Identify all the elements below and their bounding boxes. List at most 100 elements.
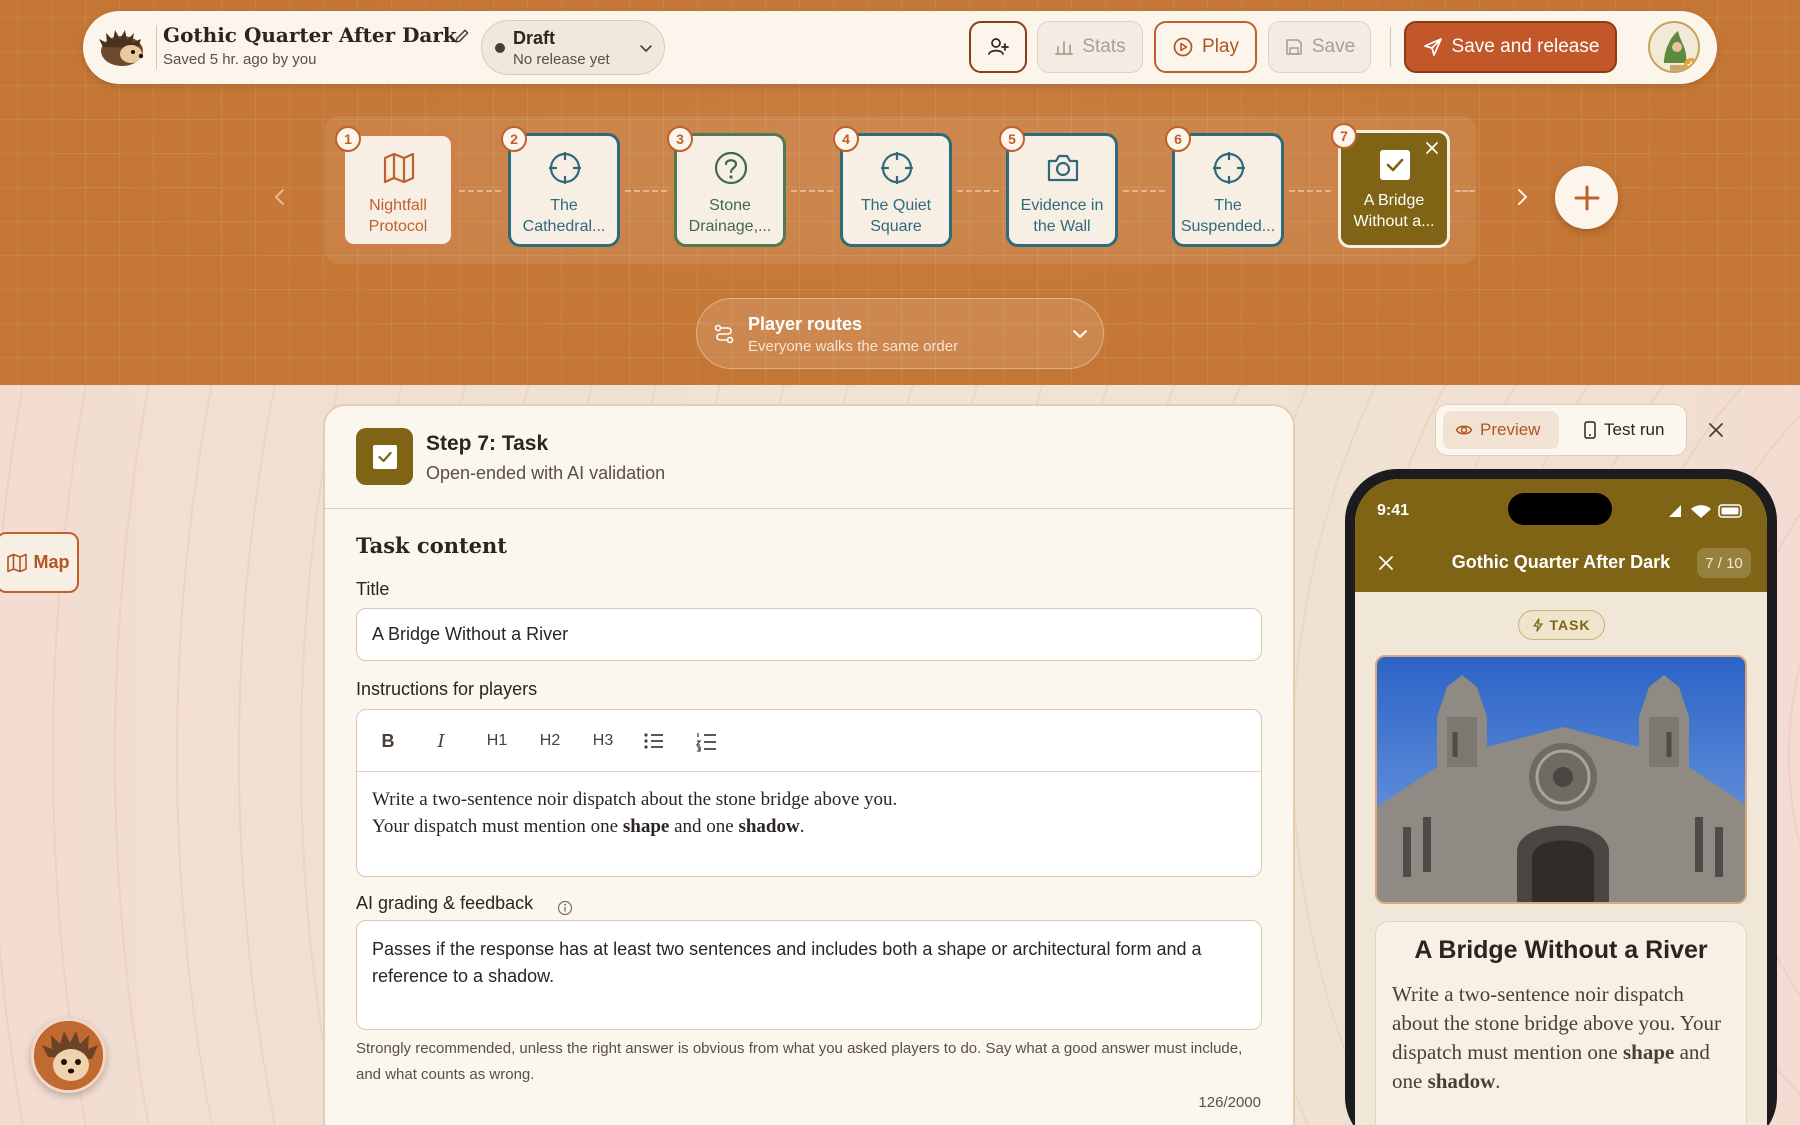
bold-text: shadow — [1427, 1069, 1496, 1093]
status-dot — [495, 43, 505, 53]
route-icon — [714, 324, 734, 344]
numbered-list-icon[interactable] — [693, 728, 721, 754]
project-title[interactable]: Gothic Quarter After Dark — [163, 23, 457, 47]
heading-3-button[interactable]: H3 — [586, 728, 620, 754]
step-label: The Suspended... — [1180, 197, 1276, 235]
step-label: Nightfall Protocol — [368, 197, 428, 235]
task-card: A Bridge Without a River Write a two-sen… — [1375, 921, 1747, 1125]
info-icon[interactable] — [557, 900, 573, 916]
step-card-1[interactable]: 1 Nightfall Protocol — [335, 126, 454, 247]
routes-subtitle: Everyone walks the same order — [748, 338, 959, 355]
instructions-text: Write a two-sentence noir dispatch about… — [372, 786, 897, 840]
step-heading: Step 7: Task — [426, 432, 549, 455]
bar-chart-icon — [1055, 41, 1074, 55]
bold-text: shadow — [738, 816, 800, 837]
phone-preview: 9:41 Gothic Quarter After Dark 7 / 10 TA… — [1345, 469, 1777, 1125]
play-button[interactable]: Play — [1154, 21, 1257, 73]
step-connector — [1455, 190, 1475, 192]
checkbox-icon — [372, 444, 397, 469]
step-card-3[interactable]: 3 Stone Drainage,... — [667, 126, 786, 247]
step-connector — [791, 190, 833, 192]
close-icon[interactable] — [1425, 141, 1439, 155]
task-card-title: A Bridge Without a River — [1414, 936, 1708, 964]
title-input[interactable]: A Bridge Without a River — [356, 608, 1262, 661]
character-counter: 126/2000 — [1198, 1094, 1261, 1111]
assistant-avatar[interactable] — [31, 1018, 106, 1093]
bold-text: shape — [1622, 1040, 1675, 1064]
step-connector — [957, 190, 999, 192]
bold-button[interactable]: B — [374, 728, 402, 754]
crosshair-icon — [881, 152, 913, 184]
step-connector — [625, 190, 667, 192]
user-avatar[interactable] — [1648, 21, 1700, 73]
section-title: Task content — [356, 533, 507, 558]
map-icon — [383, 152, 415, 184]
formatting-toolbar: B I H1 H2 H3 — [357, 710, 1261, 772]
grading-hint: Strongly recommended, unless the right a… — [356, 1040, 1243, 1083]
map-icon — [6, 553, 27, 572]
save-and-release-button[interactable]: Save and release — [1404, 21, 1617, 73]
user-plus-icon — [988, 38, 1009, 55]
pencil-icon[interactable] — [453, 27, 471, 45]
step-progress-badge: 7 / 10 — [1697, 548, 1751, 578]
heading-2-button[interactable]: H2 — [533, 728, 567, 754]
step-card-5[interactable]: 5 Evidence in the Wall — [999, 126, 1118, 247]
chevron-down-icon — [640, 45, 652, 53]
stats-button[interactable]: Stats — [1037, 21, 1143, 73]
tab-preview[interactable]: Preview — [1443, 411, 1559, 449]
heading-1-button[interactable]: H1 — [480, 728, 514, 754]
tab-test-label: Test run — [1604, 420, 1665, 439]
bold-text: shape — [622, 816, 670, 837]
plus-icon — [1574, 185, 1599, 210]
step-number: 1 — [335, 126, 361, 152]
play-label: Play — [1202, 36, 1239, 57]
instructions-editor[interactable]: B I H1 H2 H3 Write a two-sentence noir d… — [356, 709, 1262, 877]
cathedral-photo — [1375, 655, 1747, 904]
text-run: . — [799, 816, 805, 837]
step-card-6[interactable]: 6 The Suspended... — [1165, 126, 1284, 247]
lightning-icon — [1533, 618, 1544, 632]
invite-user-button[interactable] — [969, 21, 1027, 73]
header-bar: Gothic Quarter After Dark Saved 5 hr. ag… — [83, 11, 1717, 84]
text-run: Your dispatch must mention one — [372, 816, 623, 837]
saved-status: Saved 5 hr. ago by you — [163, 51, 317, 68]
step-number: 6 — [1165, 126, 1191, 152]
player-routes-dropdown[interactable]: Player routes Everyone walks the same or… — [696, 298, 1104, 369]
step-card-7[interactable]: 7 A Bridge Without a... — [1331, 123, 1450, 248]
map-tab[interactable]: Map — [0, 532, 79, 593]
step-number: 2 — [501, 126, 527, 152]
add-step-button[interactable] — [1555, 166, 1618, 229]
save-button[interactable]: Save — [1268, 21, 1371, 73]
phone-header: Gothic Quarter After Dark 7 / 10 — [1355, 535, 1767, 592]
title-label: Title — [356, 579, 390, 599]
step-card-2[interactable]: 2 The Cathedral... — [501, 126, 620, 247]
draft-label: Draft — [513, 28, 556, 48]
step-card-4[interactable]: 4 The Quiet Square — [833, 126, 952, 247]
draft-sub: No release yet — [513, 51, 610, 68]
step-label: The Quiet Square — [860, 197, 932, 235]
send-icon — [1423, 38, 1442, 56]
task-type-badge — [356, 428, 413, 485]
bullet-list-icon[interactable] — [640, 728, 668, 754]
chevron-left-icon[interactable] — [268, 185, 292, 209]
status-bar: 9:41 — [1355, 479, 1767, 535]
close-preview-icon[interactable] — [1706, 420, 1726, 440]
tab-test-run[interactable]: Test run — [1571, 411, 1683, 449]
draft-status-dropdown[interactable]: Draft No release yet — [481, 20, 665, 75]
chevron-right-icon[interactable] — [1510, 185, 1534, 209]
text-run: . — [1495, 1069, 1501, 1093]
italic-button[interactable]: I — [427, 728, 455, 754]
step-connector — [1123, 190, 1165, 192]
step-connector — [1289, 190, 1331, 192]
header-divider — [1390, 27, 1391, 67]
instructions-line: Your dispatch must mention one shape and… — [372, 813, 897, 840]
phone-screen: 9:41 Gothic Quarter After Dark 7 / 10 TA… — [1355, 479, 1767, 1125]
hedgehog-logo-icon[interactable] — [97, 23, 147, 73]
step-number: 5 — [999, 126, 1025, 152]
task-chip: TASK — [1518, 610, 1605, 640]
grading-input[interactable]: Passes if the response has at least two … — [356, 920, 1262, 1030]
map-tab-label: Map — [33, 552, 70, 572]
step-label: Stone Drainage,... — [688, 197, 772, 235]
avatar-illustration-icon — [1664, 31, 1698, 71]
stats-label: Stats — [1082, 36, 1126, 57]
